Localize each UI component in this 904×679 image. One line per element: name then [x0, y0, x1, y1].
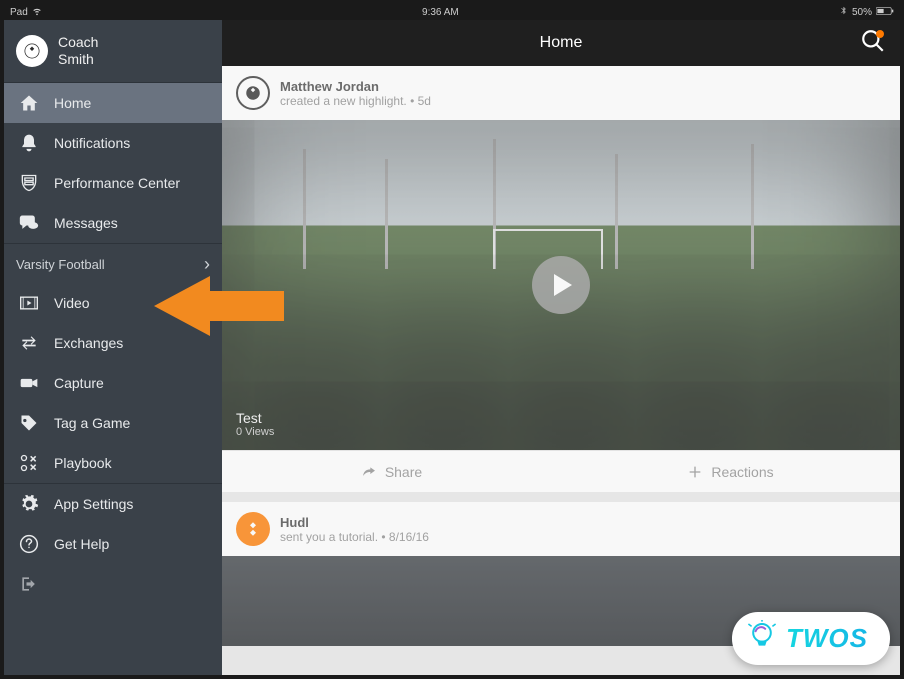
- avatar: [16, 35, 48, 67]
- sidebar-item-label: App Settings: [54, 496, 133, 512]
- home-icon: [18, 92, 40, 114]
- bell-icon: [18, 132, 40, 154]
- author-avatar: [236, 512, 270, 546]
- notification-dot: [876, 30, 884, 38]
- sidebar-item-label: Capture: [54, 375, 104, 391]
- sidebar-item-help[interactable]: Get Help: [4, 524, 222, 564]
- main-header: Home: [222, 20, 900, 66]
- watermark-text: TWOS: [786, 623, 868, 654]
- card-header[interactable]: Matthew Jordan created a new highlight. …: [222, 66, 900, 120]
- action-label: Reactions: [711, 464, 773, 480]
- sidebar-item-settings[interactable]: App Settings: [4, 484, 222, 524]
- logout-icon: [18, 573, 40, 595]
- reactions-button[interactable]: Reactions: [561, 451, 900, 492]
- user-profile[interactable]: Coach Smith: [4, 20, 222, 82]
- status-bar: Pad 9:36 AM 50%: [4, 4, 900, 20]
- battery-percent: 50%: [852, 7, 872, 18]
- sidebar-item-exchanges[interactable]: Exchanges: [4, 323, 222, 363]
- card-subtitle: sent you a tutorial. • 8/16/16: [280, 530, 429, 544]
- sidebar-item-label: Home: [54, 95, 91, 111]
- device-label: Pad: [10, 7, 28, 18]
- sidebar-item-label: Video: [54, 295, 90, 311]
- sidebar-item-label: Performance Center: [54, 175, 180, 191]
- video-views: 0 Views: [236, 426, 274, 438]
- team-section-header[interactable]: Varsity Football ›: [4, 244, 222, 283]
- sidebar-item-label: Messages: [54, 215, 118, 231]
- action-label: Share: [385, 464, 422, 480]
- page-title: Home: [540, 34, 583, 52]
- user-name: Coach Smith: [58, 34, 98, 68]
- exchanges-icon: [18, 332, 40, 354]
- sidebar-item-label: Exchanges: [54, 335, 123, 351]
- play-button[interactable]: [532, 256, 590, 314]
- feed-card: Matthew Jordan created a new highlight. …: [222, 66, 900, 492]
- sidebar-item-capture[interactable]: Capture: [4, 363, 222, 403]
- card-subtitle: created a new highlight. • 5d: [280, 94, 431, 108]
- card-author: Hudl: [280, 515, 429, 530]
- share-icon: [361, 464, 377, 480]
- sidebar-item-notifications[interactable]: Notifications: [4, 123, 222, 163]
- sidebar-item-home[interactable]: Home: [4, 83, 222, 123]
- lightbulb-icon: [746, 620, 778, 657]
- sidebar-item-playbook[interactable]: Playbook: [4, 443, 222, 483]
- shield-icon: [18, 172, 40, 194]
- sidebar-item-performance[interactable]: Performance Center: [4, 163, 222, 203]
- sidebar-item-video[interactable]: Video: [4, 283, 222, 323]
- help-icon: [18, 533, 40, 555]
- video-thumbnail[interactable]: Test 0 Views: [222, 120, 900, 450]
- sidebar-item-label: Notifications: [54, 135, 130, 151]
- author-avatar: [236, 76, 270, 110]
- video-library-icon: [18, 292, 40, 314]
- messages-icon: [18, 212, 40, 234]
- camera-icon: [18, 372, 40, 394]
- card-author: Matthew Jordan: [280, 79, 431, 94]
- feed-scroll[interactable]: Matthew Jordan created a new highlight. …: [222, 66, 900, 675]
- chevron-right-icon: ›: [204, 254, 210, 275]
- sidebar-item-label: Tag a Game: [54, 415, 130, 431]
- share-button[interactable]: Share: [222, 451, 561, 492]
- video-title: Test: [236, 410, 274, 426]
- sidebar-item-cutoff[interactable]: [4, 564, 222, 604]
- status-time: 9:36 AM: [422, 7, 459, 18]
- main-content: Home Matthew Jordan created a new: [222, 20, 900, 675]
- sidebar-item-messages[interactable]: Messages: [4, 203, 222, 243]
- wifi-icon: [32, 6, 42, 19]
- card-header[interactable]: Hudl sent you a tutorial. • 8/16/16: [222, 502, 900, 556]
- card-actions: Share Reactions: [222, 450, 900, 492]
- plus-icon: [687, 464, 703, 480]
- sidebar: Coach Smith Home Notifications: [4, 20, 222, 675]
- playbook-icon: [18, 452, 40, 474]
- sidebar-item-label: Playbook: [54, 455, 112, 471]
- gear-icon: [18, 493, 40, 515]
- sidebar-item-tag-game[interactable]: Tag a Game: [4, 403, 222, 443]
- watermark-badge: TWOS: [732, 612, 890, 665]
- tag-icon: [18, 412, 40, 434]
- bluetooth-icon: [839, 6, 848, 18]
- battery-icon: [876, 6, 894, 19]
- play-icon: [554, 274, 572, 296]
- team-name: Varsity Football: [16, 257, 105, 272]
- search-button[interactable]: [860, 28, 886, 59]
- sidebar-item-label: Get Help: [54, 536, 109, 552]
